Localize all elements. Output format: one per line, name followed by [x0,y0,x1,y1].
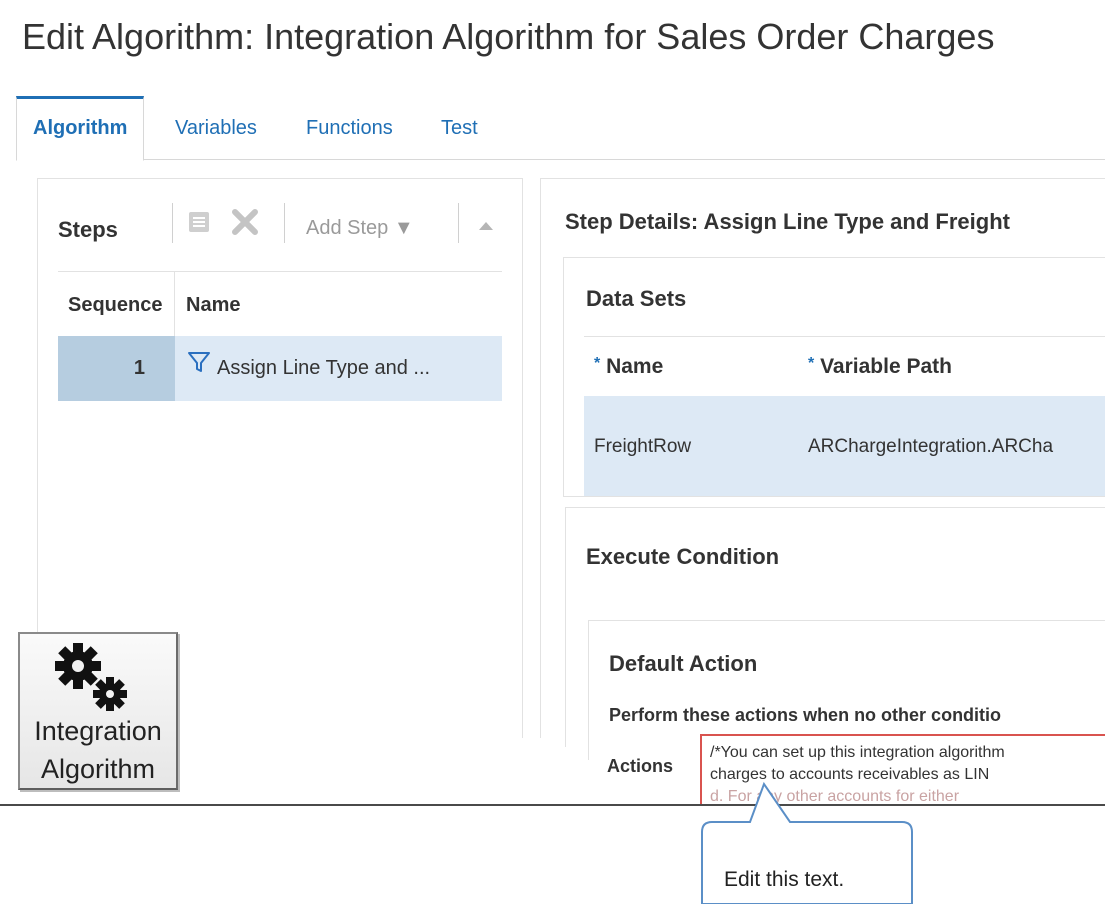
data-sets-section: Data Sets * Name * Variable Path Freight… [563,257,1105,497]
delete-icon[interactable] [230,209,260,242]
column-header-variable-path[interactable]: * Variable Path [808,355,952,379]
data-sets-header: * Name * Variable Path [584,336,1105,396]
move-up-icon[interactable] [478,219,494,237]
actions-label: Actions [607,756,674,776]
execute-condition-title: Execute Condition [586,544,780,569]
app-window: Edit Algorithm: Integration Algorithm fo… [0,0,1105,806]
table-row[interactable]: 1 Assign Line Type and ... [58,336,502,401]
detail-icon[interactable] [186,209,212,242]
table-row[interactable]: FreightRow ARChargeIntegration.ARCha [584,396,1105,496]
page-title: Edit Algorithm: Integration Algorithm fo… [22,16,995,57]
badge-label: Integration Algorithm [34,716,162,784]
step-details-title: Step Details: Assign Line Type and Freig… [565,209,1010,234]
row-sequence: 1 [58,336,175,401]
gears-icon [50,640,134,719]
tab-test[interactable]: Test [441,96,478,160]
toolbar-separator [284,203,285,243]
column-divider [174,272,175,338]
steps-table-header: Sequence Name [58,271,502,338]
toolbar-separator [172,203,173,243]
column-header-name[interactable]: Name [186,294,240,317]
execute-condition-section: Execute Condition Default Action Perform… [565,507,1105,760]
perform-instructions: Perform these actions when no other cond… [609,705,1002,725]
tab-algorithm[interactable]: Algorithm [16,96,145,161]
required-marker: * [594,355,601,372]
callout: Edit this text. [698,780,918,904]
data-set-variable-path: ARChargeIntegration.ARCha [808,436,1054,457]
callout-text: Edit this text. [724,868,845,891]
column-header-name[interactable]: * Name [594,355,663,379]
actions-line: /*You can set up this integration algori… [710,744,1005,761]
column-header-sequence[interactable]: Sequence [68,294,174,317]
tab-bar: Algorithm Variables Functions Test [16,96,1105,161]
add-step-button[interactable]: Add Step ▼ [306,217,414,240]
row-name: Assign Line Type and ... [217,357,431,379]
data-set-name: FreightRow [594,436,692,457]
default-action-title: Default Action [609,651,758,676]
integration-algorithm-badge: Integration Algorithm [18,632,178,790]
required-marker: * [808,355,815,372]
steps-title: Steps [58,217,118,242]
step-details-panel: Step Details: Assign Line Type and Freig… [540,178,1105,760]
data-sets-title: Data Sets [586,286,687,311]
filter-icon [187,336,211,401]
tab-variables[interactable]: Variables [175,96,257,160]
toolbar-separator [458,203,459,243]
tab-functions[interactable]: Functions [306,96,393,160]
row-name-cell: Assign Line Type and ... [175,336,502,401]
